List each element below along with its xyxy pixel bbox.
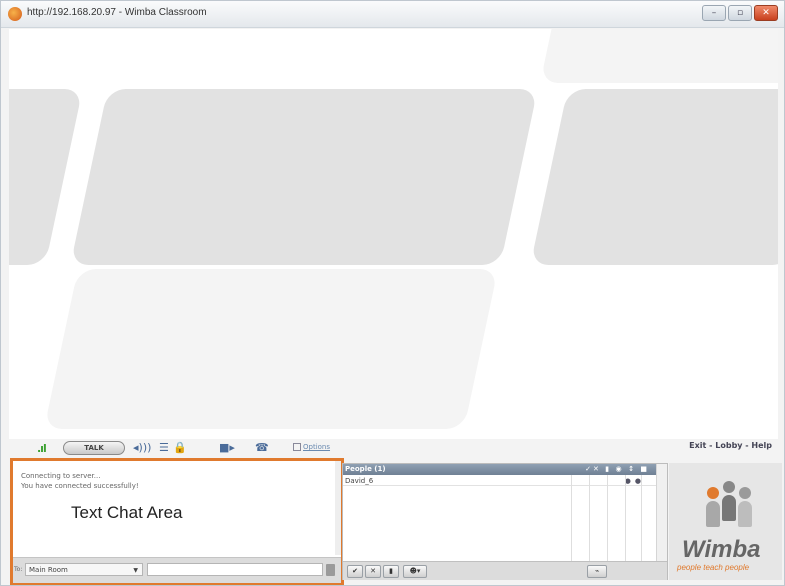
camera-icon[interactable]: ■▸ — [219, 441, 235, 455]
people-header-label: People (1) — [345, 465, 386, 473]
title-bar: http://192.168.20.97 - Wimba Classroom –… — [1, 1, 784, 28]
firefox-icon — [8, 7, 22, 21]
check-button[interactable]: ✔ — [347, 565, 363, 578]
send-button[interactable] — [326, 564, 335, 576]
maximize-button[interactable]: ▫ — [728, 5, 752, 21]
talk-button[interactable]: TALK — [63, 441, 125, 455]
text-chat-area-label: Text Chat Area — [71, 503, 183, 522]
options-link[interactable]: Options — [293, 443, 330, 451]
microphone-lock-icon[interactable]: 🔒 — [173, 441, 187, 455]
background-tile — [70, 89, 538, 265]
activity-button[interactable]: ⌁ — [587, 565, 607, 578]
minimize-button[interactable]: – — [702, 5, 726, 21]
column-divider — [641, 475, 642, 561]
close-button[interactable]: ✕ — [754, 5, 778, 21]
people-name: David_6 — [345, 477, 374, 485]
column-divider — [589, 475, 590, 561]
background-tile — [9, 89, 83, 265]
people-header: People (1) ✓✕ ▮ ◉ ↕ ■ — [343, 464, 667, 475]
column-divider — [625, 475, 626, 561]
chat-log: Connecting to server... You have connect… — [21, 471, 139, 491]
room-select-value: Main Room — [29, 566, 68, 574]
chat-scrollbar[interactable] — [335, 461, 341, 555]
figure-icon — [737, 487, 753, 527]
emoticon-menu-button[interactable]: ☻▾ — [403, 565, 427, 578]
hand-raise-button[interactable]: ▮ — [383, 565, 399, 578]
people-column-icons: ✓✕ ▮ ◉ ↕ ■ — [585, 465, 649, 473]
figure-icon — [721, 481, 737, 521]
logo-wordmark: Wimba — [682, 536, 761, 563]
audio-toolbar: .ıl TALK ◂))) ☰ 🔒 ■▸ ☎ Options Exit - Lo… — [9, 439, 778, 457]
figure-icon — [705, 487, 721, 527]
logo-tagline: people teach people — [677, 563, 750, 572]
background-tile — [530, 89, 778, 265]
people-toolbar: ✔ ✕ ▮ ☻▾ ⌁ — [343, 561, 667, 580]
chat-message: Connecting to server... — [21, 472, 101, 480]
chevron-down-icon: ▼ — [133, 567, 138, 574]
phone-icon[interactable]: ☎ — [255, 441, 269, 455]
to-label: To: — [14, 566, 23, 573]
people-row[interactable]: David_6 ●● — [343, 476, 667, 486]
signal-strength-icon: .ıl — [37, 442, 47, 455]
cross-button[interactable]: ✕ — [365, 565, 381, 578]
window-title: http://192.168.20.97 - Wimba Classroom — [27, 7, 207, 18]
levels-icon[interactable]: ☰ — [159, 441, 169, 455]
window-controls: – ▫ ✕ — [702, 5, 778, 21]
options-checkbox-icon — [293, 443, 301, 451]
options-label: Options — [303, 443, 331, 451]
room-select[interactable]: Main Room ▼ — [25, 563, 143, 576]
exit-lobby-help-links[interactable]: Exit - Lobby - Help — [689, 441, 772, 450]
content-stage — [9, 29, 778, 439]
chat-input-bar: To: Main Room ▼ — [13, 557, 341, 583]
background-tile — [540, 29, 778, 83]
background-tile — [43, 269, 499, 429]
column-divider — [571, 475, 572, 561]
people-scrollbar[interactable] — [656, 464, 667, 562]
text-chat-panel: Connecting to server... You have connect… — [10, 458, 344, 585]
wimba-logo: Wimba people teach people — [669, 463, 782, 580]
chat-message-input[interactable] — [147, 563, 323, 576]
browser-window: http://192.168.20.97 - Wimba Classroom –… — [0, 0, 785, 586]
speaker-volume-icon[interactable]: ◂))) — [133, 441, 151, 455]
people-panel: People (1) ✓✕ ▮ ◉ ↕ ■ David_6 ●● ✔ ✕ ▮ ☻… — [342, 463, 668, 580]
chat-message: You have connected successfully! — [21, 482, 139, 490]
column-divider — [607, 475, 608, 561]
